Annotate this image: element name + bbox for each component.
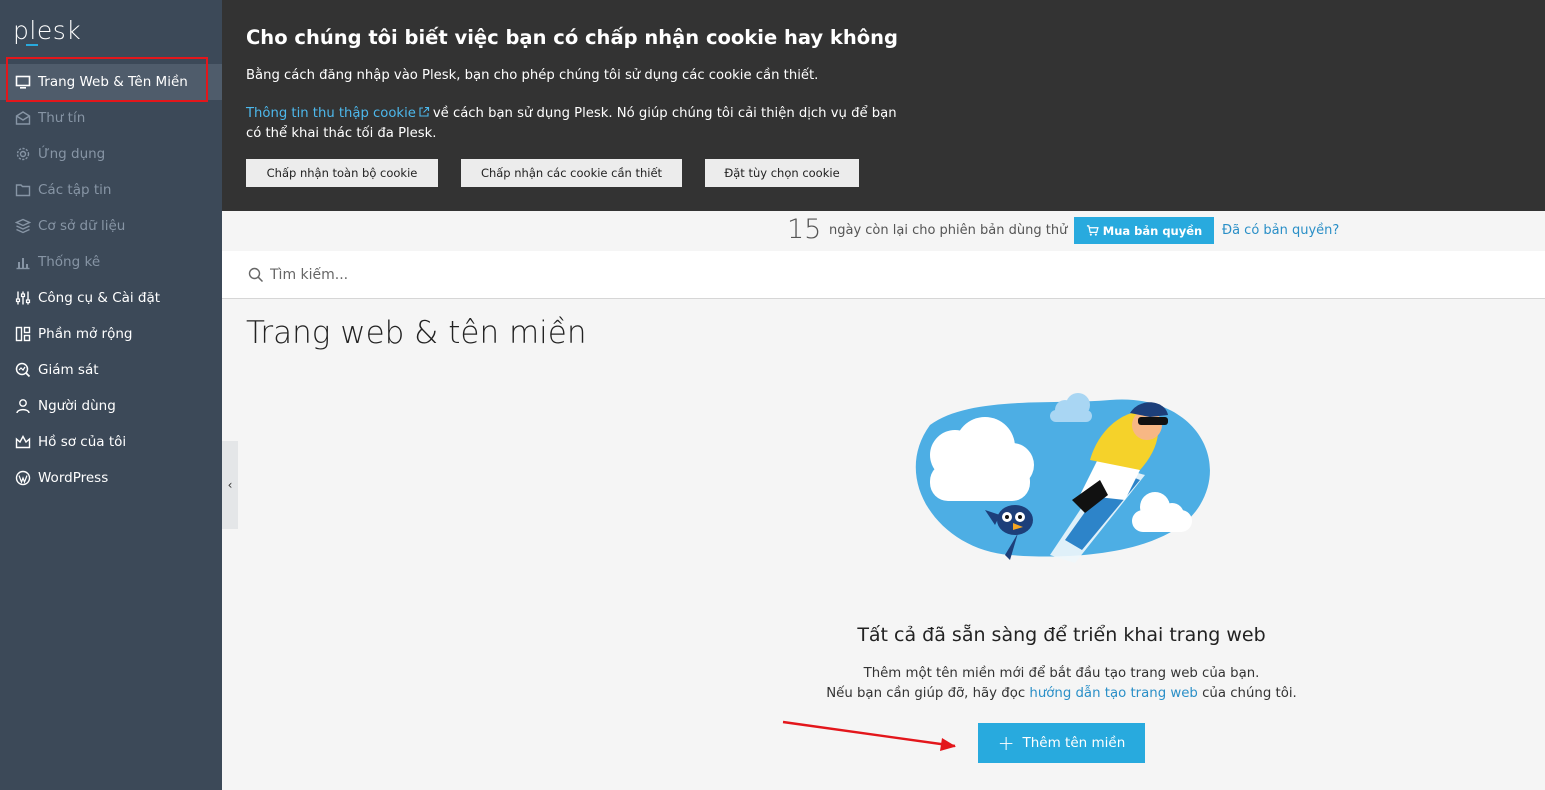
- hero-line-2-prefix: Nếu bạn cần giúp đỡ, hãy đọc: [826, 686, 1026, 701]
- sidebar-item-label: Các tập tin: [38, 182, 112, 198]
- sidebar-item-websites-domains[interactable]: Trang Web & Tên Miền: [0, 64, 222, 100]
- accept-all-cookies-button[interactable]: Chấp nhận toàn bộ cookie: [246, 159, 438, 187]
- sidebar-item-statistics[interactable]: Thống kê: [0, 244, 222, 280]
- sidebar-item-users[interactable]: Người dùng: [0, 388, 222, 424]
- sidebar-item-files[interactable]: Các tập tin: [0, 172, 222, 208]
- trial-text: ngày còn lại cho phiên bản dùng thử: [829, 223, 1068, 238]
- sidebar-item-label: Phần mở rộng: [38, 326, 133, 342]
- sidebar-item-label: Hồ sơ của tôi: [38, 434, 127, 450]
- buy-license-button[interactable]: Mua bản quyền: [1074, 217, 1214, 244]
- add-domain-button[interactable]: + Thêm tên miền: [978, 723, 1145, 763]
- sidebar-item-label: Ứng dụng: [38, 146, 106, 162]
- plesk-logo[interactable]: plesk: [13, 16, 81, 45]
- sidebar-item-label: Người dùng: [38, 398, 116, 414]
- sidebar-item-label: Cơ sở dữ liệu: [38, 218, 126, 234]
- sidebar-item-label: Thư tín: [38, 110, 86, 126]
- extensions-icon: [14, 325, 32, 343]
- accept-necessary-cookies-button[interactable]: Chấp nhận các cookie cần thiết: [461, 159, 682, 187]
- wordpress-icon: [14, 469, 32, 487]
- website-guide-link[interactable]: hướng dẫn tạo trang web: [1029, 686, 1197, 701]
- database-icon: [14, 217, 32, 235]
- hero-line-2-suffix: của chúng tôi.: [1202, 686, 1297, 701]
- sidebar-item-label: Công cụ & Cài đặt: [38, 290, 161, 306]
- chevron-left-icon: ‹: [227, 478, 233, 492]
- search-bar: [222, 251, 1545, 299]
- bar-chart-icon: [14, 253, 32, 271]
- monitor-icon: [14, 73, 32, 91]
- external-link-icon: [419, 106, 429, 117]
- mail-icon: [14, 109, 32, 127]
- cookie-banner-text: Bằng cách đăng nhập vào Plesk, bạn cho p…: [246, 68, 819, 83]
- sidebar-item-applications[interactable]: Ứng dụng: [0, 136, 222, 172]
- sidebar-item-wordpress[interactable]: WordPress: [0, 460, 222, 496]
- cart-icon: [1086, 225, 1099, 236]
- sidebar-item-mail[interactable]: Thư tín: [0, 100, 222, 136]
- add-domain-label: Thêm tên miền: [1022, 735, 1126, 751]
- sidebar-item-label: Thống kê: [38, 254, 101, 270]
- sidebar-item-label: WordPress: [38, 470, 109, 486]
- plus-icon: +: [997, 731, 1015, 755]
- trial-days-count: 15: [787, 214, 822, 245]
- sidebar-item-monitoring[interactable]: Giám sát: [0, 352, 222, 388]
- sidebar-item-label: Giám sát: [38, 362, 99, 378]
- trial-bar: 15 ngày còn lại cho phiên bản dùng thử M…: [222, 211, 1545, 251]
- annotation-arrow: [782, 720, 956, 751]
- cookie-info-link[interactable]: Thông tin thu thập cookie: [246, 106, 416, 121]
- search-icon: [248, 267, 264, 283]
- sidebar-item-my-profile[interactable]: Hồ sơ của tôi: [0, 424, 222, 460]
- sidebar-item-label: Trang Web & Tên Miền: [38, 74, 188, 90]
- sliders-icon: [14, 289, 32, 307]
- customize-cookies-button[interactable]: Đặt tùy chọn cookie: [705, 159, 859, 187]
- hero-title: Tất cả đã sẵn sàng để triển khai trang w…: [857, 624, 1266, 646]
- monitoring-icon: [14, 361, 32, 379]
- buy-license-label: Mua bản quyền: [1102, 223, 1203, 238]
- logo-accent: [26, 44, 38, 46]
- hero-line-1: Thêm một tên miền mới để bắt đầu tạo tra…: [863, 666, 1260, 681]
- sidebar-collapse-handle[interactable]: ‹: [222, 441, 238, 529]
- sidebar-nav: Trang Web & Tên Miền Thư tín Ứng dụng Cá…: [0, 64, 222, 496]
- search-input[interactable]: [270, 263, 870, 287]
- cookie-banner-title: Cho chúng tôi biết việc bạn có chấp nhận…: [246, 26, 898, 49]
- user-icon: [14, 397, 32, 415]
- sidebar-item-databases[interactable]: Cơ sở dữ liệu: [0, 208, 222, 244]
- hero-line-2: Nếu bạn cần giúp đỡ, hãy đọc hướng dẫn t…: [720, 684, 1403, 704]
- crown-icon: [14, 433, 32, 451]
- page-title: Trang web & tên miền: [246, 315, 587, 351]
- folder-icon: [14, 181, 32, 199]
- have-license-link[interactable]: Đã có bản quyền?: [1222, 223, 1339, 238]
- sidebar-item-tools-settings[interactable]: Công cụ & Cài đặt: [0, 280, 222, 316]
- sidebar-item-extensions[interactable]: Phần mở rộng: [0, 316, 222, 352]
- cookie-banner-info: Thông tin thu thập cookie về cách bạn sử …: [246, 104, 906, 144]
- gear-icon: [14, 145, 32, 163]
- rocket-hero-illustration: [915, 393, 1210, 563]
- hero-description: Thêm một tên miền mới để bắt đầu tạo tra…: [720, 664, 1403, 704]
- cookie-banner: Cho chúng tôi biết việc bạn có chấp nhận…: [222, 0, 1545, 211]
- sidebar: plesk Trang Web & Tên Miền Thư tín Ứng d…: [0, 0, 222, 790]
